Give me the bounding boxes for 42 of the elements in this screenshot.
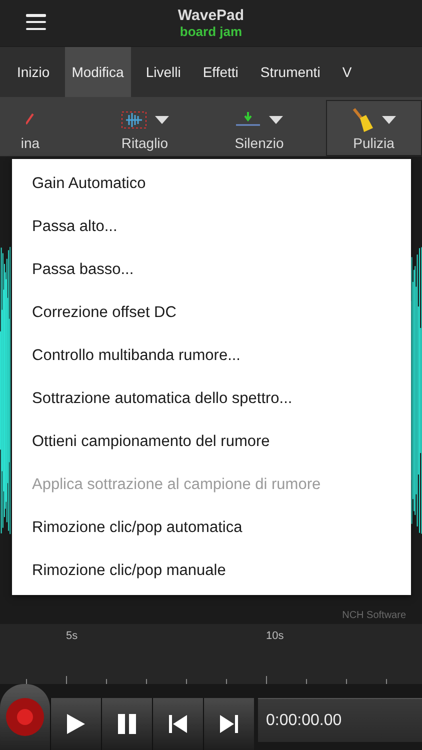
record-icon bbox=[5, 697, 45, 737]
menu-item[interactable]: Gain Automatico bbox=[12, 162, 411, 205]
menu-item[interactable]: Rimozione clic/pop automatica bbox=[12, 506, 411, 549]
play-icon bbox=[67, 714, 85, 734]
app-title: WavePad bbox=[178, 8, 244, 24]
menu-item[interactable]: Rimozione clic/pop manuale bbox=[12, 549, 411, 592]
tab[interactable]: V bbox=[335, 47, 359, 97]
record-button[interactable] bbox=[0, 684, 50, 750]
toolbar-button[interactable]: ina bbox=[0, 100, 78, 156]
play-button[interactable] bbox=[50, 698, 101, 750]
tab[interactable]: Effetti bbox=[196, 47, 246, 97]
skip-back-icon bbox=[169, 715, 187, 733]
menu-item[interactable]: Passa basso... bbox=[12, 248, 411, 291]
tab[interactable]: Modifica bbox=[64, 47, 131, 97]
dropdown-caret-icon bbox=[382, 116, 396, 124]
menu-item[interactable]: Passa alto... bbox=[12, 205, 411, 248]
brand-label: NCH Software bbox=[342, 610, 406, 621]
silence-icon bbox=[235, 111, 262, 129]
tab[interactable]: Inizio bbox=[10, 47, 57, 97]
pause-button[interactable] bbox=[101, 698, 152, 750]
menu-item[interactable]: Ottieni campionamento del rumore bbox=[12, 420, 411, 463]
time-label: 10s bbox=[266, 630, 284, 642]
time-readout: 0:00:00.00 bbox=[266, 712, 342, 730]
toolbar-button[interactable]: Pulizia bbox=[326, 100, 422, 156]
skip-forward-icon bbox=[220, 715, 238, 733]
tab[interactable]: Livelli bbox=[138, 47, 188, 97]
toolbar-button[interactable]: Ritaglio bbox=[96, 100, 193, 156]
time-label: 5s bbox=[66, 630, 78, 642]
tab[interactable]: Strumenti bbox=[253, 47, 328, 97]
pause-icon bbox=[117, 714, 137, 734]
skip-end-button[interactable] bbox=[203, 698, 254, 750]
menu-button[interactable] bbox=[26, 14, 46, 30]
broom-icon bbox=[352, 107, 374, 133]
skip-start-button[interactable] bbox=[152, 698, 203, 750]
waveform-trim-icon bbox=[120, 110, 147, 130]
menu-item[interactable]: Controllo multibanda rumore... bbox=[12, 334, 411, 377]
project-name: board jam bbox=[180, 24, 242, 38]
menu-item[interactable]: Sottrazione automatica dello spettro... bbox=[12, 377, 411, 420]
toolbar-button[interactable]: Silenzio bbox=[211, 100, 308, 156]
dropdown-caret-icon bbox=[269, 116, 284, 124]
menu-item[interactable]: Correzione offset DC bbox=[12, 291, 411, 334]
dropdown-caret-icon bbox=[154, 116, 169, 124]
